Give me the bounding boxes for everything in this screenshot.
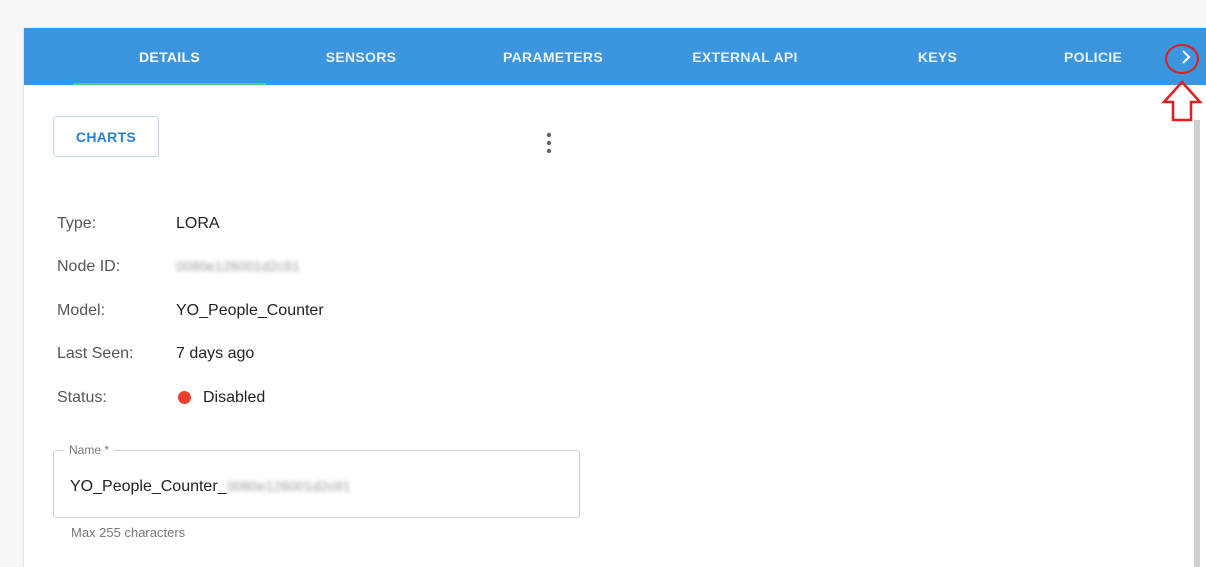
tab-keys[interactable]: KEYS <box>840 28 1035 85</box>
tab-parameters[interactable]: PARAMETERS <box>456 28 650 85</box>
scrollbar[interactable] <box>1194 120 1200 567</box>
tab-sensors[interactable]: SENSORS <box>266 28 456 85</box>
model-value: YO_People_Counter <box>176 302 324 319</box>
active-tab-indicator <box>73 83 266 85</box>
tab-details[interactable]: DETAILS <box>73 28 266 85</box>
name-input-prefix: YO_People_Counter_ <box>70 478 227 495</box>
name-field[interactable]: Name * YO_People_Counter_0080e126001d2c8… <box>53 443 580 518</box>
last-seen-value: 7 days ago <box>176 345 255 362</box>
device-card: DETAILS SENSORS PARAMETERS EXTERNAL API … <box>24 28 1206 567</box>
model-label: Model: <box>57 302 106 319</box>
name-hint: Max 255 characters <box>71 525 186 540</box>
charts-button[interactable]: CHARTS <box>53 116 159 157</box>
name-input-suffix: 0080e126001d2c81 <box>226 478 351 494</box>
status-value: Disabled <box>203 389 266 406</box>
node-id-value: 0080e126001d2c81 <box>176 258 300 274</box>
page: DETAILS SENSORS PARAMETERS EXTERNAL API … <box>0 0 1206 567</box>
name-field-label: Name * <box>64 443 115 457</box>
last-seen-label: Last Seen: <box>57 345 134 362</box>
type-label: Type: <box>57 215 97 232</box>
name-input[interactable]: YO_People_Counter_0080e126001d2c81 <box>70 478 350 496</box>
status-label: Status: <box>57 389 107 406</box>
type-value: LORA <box>176 215 220 232</box>
tab-external-api[interactable]: EXTERNAL API <box>650 28 840 85</box>
status-indicator-icon <box>178 391 191 404</box>
tab-bar: DETAILS SENSORS PARAMETERS EXTERNAL API … <box>24 28 1206 85</box>
more-vert-icon[interactable] <box>545 132 553 154</box>
annotation-circle <box>1165 44 1199 74</box>
node-id-label: Node ID: <box>57 258 121 275</box>
annotation-up-arrow-icon <box>1161 80 1203 122</box>
